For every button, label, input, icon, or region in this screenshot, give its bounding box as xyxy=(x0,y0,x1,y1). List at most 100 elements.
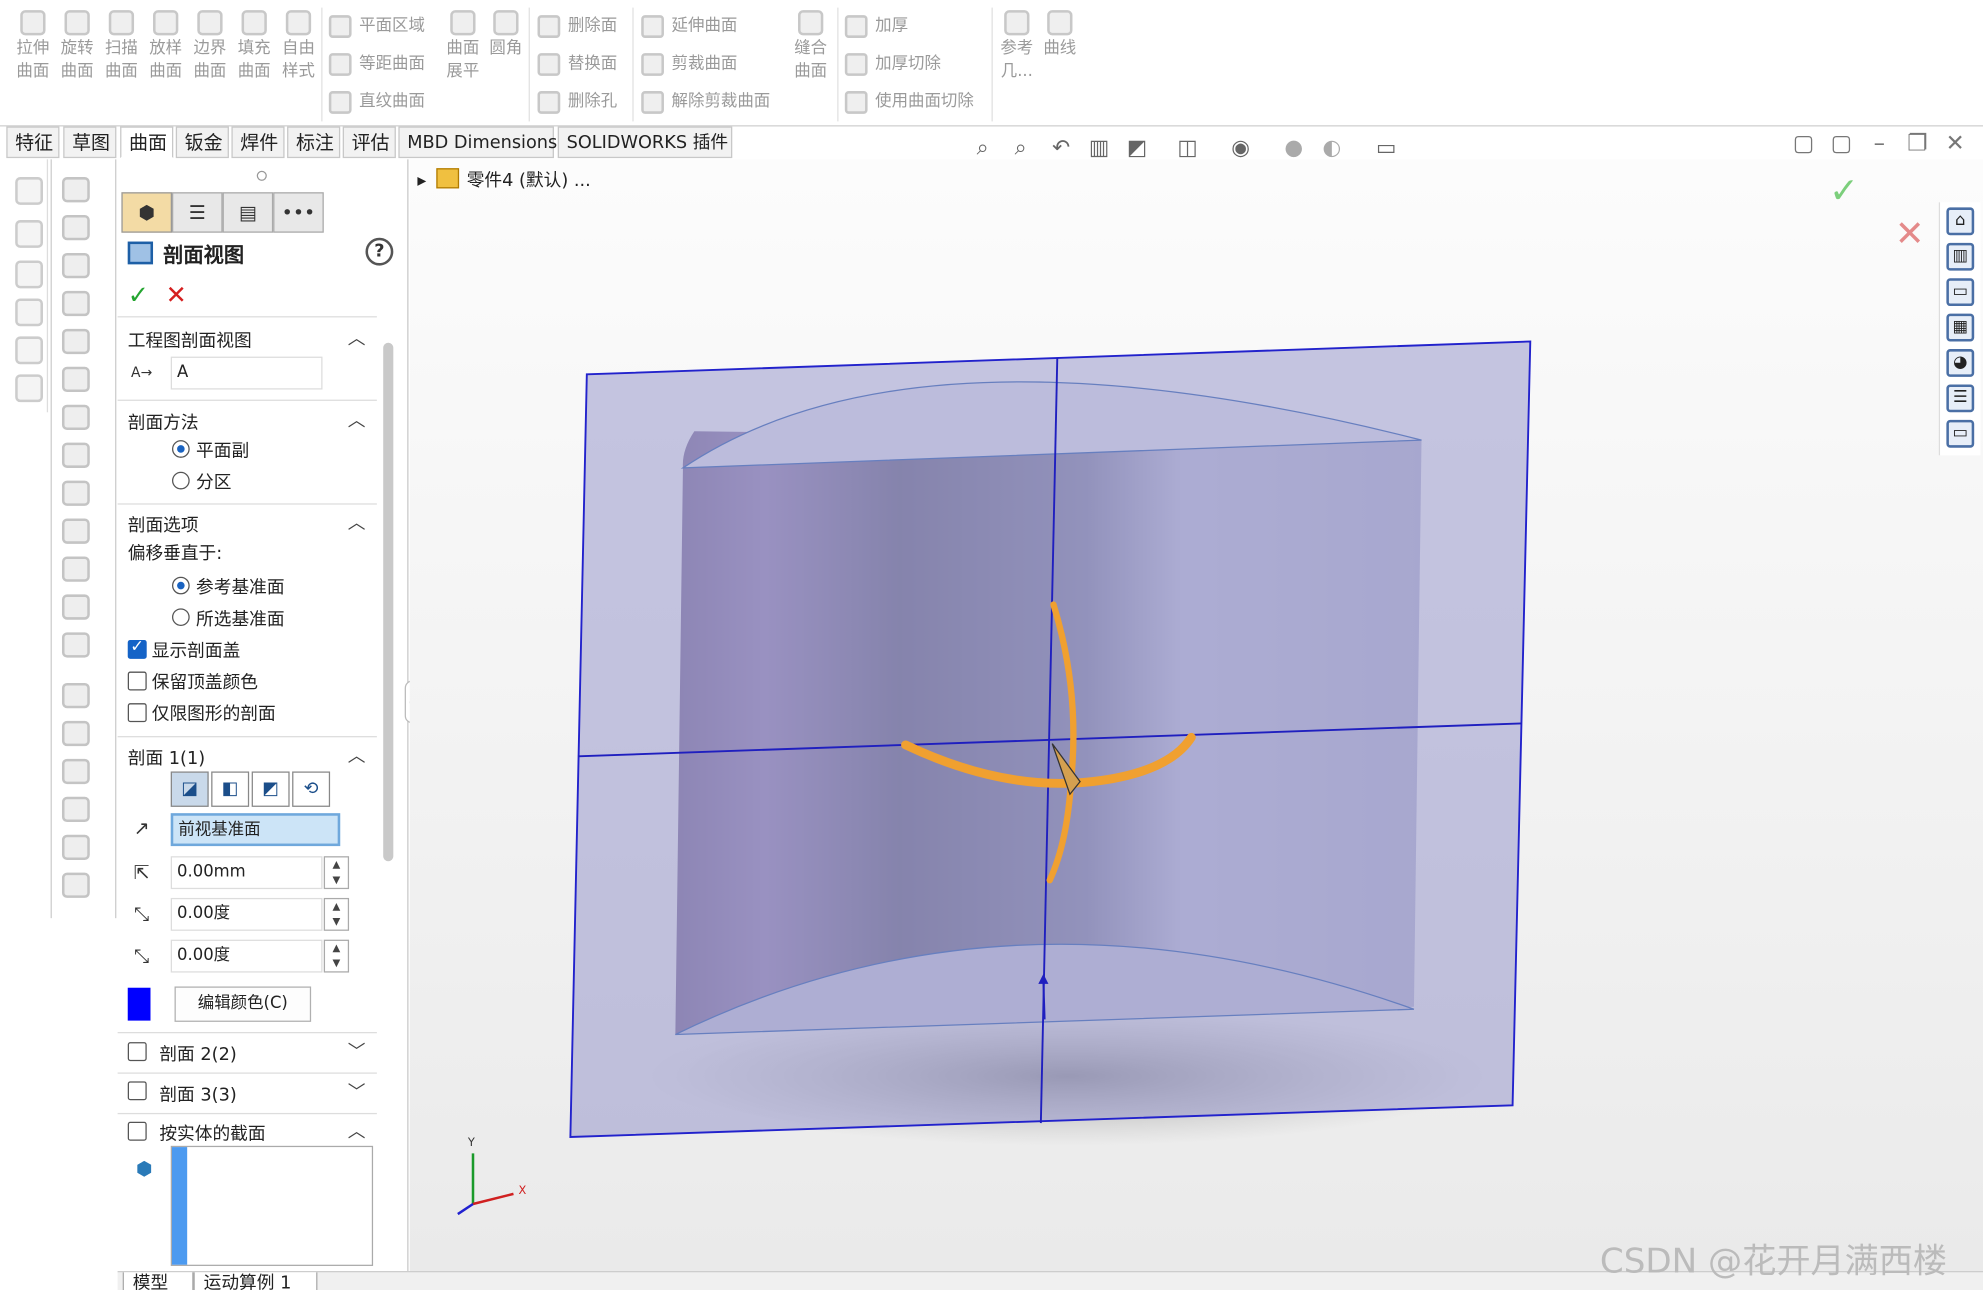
tab-sketch[interactable]: 草图 xyxy=(63,126,117,159)
section-surface-button[interactable]: ◧ xyxy=(211,771,250,807)
trim-surface-button[interactable]: 剪裁曲面 xyxy=(639,51,737,79)
thickened-cut-button[interactable]: 加厚切除 xyxy=(842,51,941,79)
swept-surface-button[interactable]: 扫描 曲面 xyxy=(99,10,145,83)
tool-icon[interactable] xyxy=(61,720,90,747)
section-reverse-button[interactable]: ⟲ xyxy=(292,771,331,807)
tool-icon[interactable] xyxy=(61,214,90,241)
tool-icon[interactable] xyxy=(61,328,90,355)
filled-surface-button[interactable]: 填充 曲面 xyxy=(231,10,277,83)
tab-weldments[interactable]: 焊件 xyxy=(231,126,285,159)
pm-scrollbar[interactable] xyxy=(383,342,394,862)
chevron-up-icon[interactable]: ︿ xyxy=(348,1118,366,1143)
zoom-to-fit-icon[interactable]: ⌕ xyxy=(969,134,997,162)
custom-properties-icon[interactable]: ☰ xyxy=(1946,384,1975,413)
revolved-surface-button[interactable]: 旋转 曲面 xyxy=(54,10,100,83)
tool-icon[interactable] xyxy=(61,682,90,709)
planar-surface-button[interactable]: 平面区域 xyxy=(326,13,425,41)
freeform-button[interactable]: 自由 样式 xyxy=(276,10,322,83)
method-planar-radio[interactable] xyxy=(171,440,190,458)
confirm-corner-cancel-icon[interactable]: ✕ xyxy=(1887,216,1933,258)
view-settings-icon[interactable]: ▭ xyxy=(1372,134,1400,162)
tab-features[interactable]: 特征 xyxy=(6,126,60,159)
delete-hole-button[interactable]: 删除孔 xyxy=(535,89,617,117)
chevron-up-icon[interactable]: ︿ xyxy=(348,510,366,535)
offset-selected-plane-radio[interactable] xyxy=(171,608,190,627)
tool-icon[interactable] xyxy=(61,177,90,203)
x-rotation-spinner[interactable]: ▲ ▼ xyxy=(323,897,350,931)
chevron-down-icon[interactable]: ﹀ xyxy=(348,1038,366,1063)
reverse-direction-icon[interactable]: ↗ xyxy=(128,814,156,842)
tab-configuration[interactable]: ▤ xyxy=(222,192,274,233)
close-icon[interactable]: ✕ xyxy=(1943,131,1968,157)
offset-surface-button[interactable]: 等距曲面 xyxy=(326,51,425,79)
file-explorer-icon[interactable]: ▭ xyxy=(1946,278,1975,307)
previous-view-icon[interactable]: ↶ xyxy=(1047,134,1075,162)
tab-solidworks-addins[interactable]: SOLIDWORKS 插件 xyxy=(557,126,733,159)
view-orientation-icon[interactable]: ◫ xyxy=(1174,134,1202,162)
cancel-button[interactable]: ✕ xyxy=(166,279,187,309)
tool-icon[interactable] xyxy=(61,834,90,860)
tool-icon[interactable] xyxy=(61,872,90,898)
surface-flatten-button[interactable]: 曲面 展平 xyxy=(440,10,486,83)
offset-reference-plane-radio[interactable] xyxy=(171,576,190,595)
group-section-method[interactable]: 剖面方法 xyxy=(128,410,199,435)
view-palette-icon[interactable]: ▦ xyxy=(1946,313,1975,342)
show-section-cap-checkbox[interactable] xyxy=(127,637,147,659)
lofted-surface-button[interactable]: 放样 曲面 xyxy=(143,10,189,83)
feature-icon[interactable] xyxy=(15,220,43,248)
graphics-only-checkbox[interactable] xyxy=(127,703,147,723)
graphics-area[interactable]: ▸ 零件4 (默认) ... Y X xyxy=(409,159,1983,1273)
tool-icon[interactable] xyxy=(61,594,90,620)
drawing-view-name-field[interactable]: A xyxy=(170,356,323,390)
knit-surface-button[interactable]: 缝合 曲面 xyxy=(788,10,834,83)
extend-surface-button[interactable]: 延伸曲面 xyxy=(639,13,737,41)
help-button[interactable]: ? xyxy=(365,237,394,266)
offset-distance-spinner[interactable]: ▲ ▼ xyxy=(323,856,350,890)
boundary-surface-button[interactable]: 边界 曲面 xyxy=(187,10,233,83)
tab-mbd-dimensions[interactable]: MBD Dimensions xyxy=(398,126,557,159)
feature-icon[interactable] xyxy=(15,260,43,289)
section-face-button[interactable]: ◩ xyxy=(251,771,290,807)
y-rotation-input[interactable]: 0.00度 xyxy=(170,939,323,973)
restore-icon[interactable]: ❐ xyxy=(1905,131,1930,157)
home-icon[interactable]: ⌂ xyxy=(1946,207,1975,236)
y-rotation-spinner[interactable]: ▲ ▼ xyxy=(323,939,350,973)
body-selection-list[interactable] xyxy=(170,1145,374,1266)
feature-icon[interactable] xyxy=(15,336,43,365)
edit-color-button[interactable]: 编辑颜色(C) xyxy=(174,986,312,1022)
display-style-icon[interactable]: ◉ xyxy=(1227,134,1255,162)
feature-icon[interactable] xyxy=(15,177,43,205)
group-section-3[interactable]: 剖面 3(3) xyxy=(159,1081,236,1106)
tool-icon[interactable] xyxy=(61,480,90,506)
tool-icon[interactable] xyxy=(61,632,90,658)
group-section-2[interactable]: 剖面 2(2) xyxy=(159,1041,236,1066)
tab-annotations[interactable]: 标注 xyxy=(287,126,341,159)
hide-show-items-icon[interactable]: ● xyxy=(1280,134,1308,162)
tab-more[interactable]: ••• xyxy=(273,192,324,233)
edit-appearance-icon[interactable]: ◐ xyxy=(1318,134,1346,162)
chevron-up-icon[interactable]: ︿ xyxy=(348,407,366,432)
tab-model[interactable]: 模型 xyxy=(122,1272,194,1290)
chevron-down-icon[interactable]: ﹀ xyxy=(348,1079,366,1104)
ruled-surface-button[interactable]: 直纹曲面 xyxy=(326,89,425,117)
keep-cap-color-checkbox[interactable] xyxy=(127,671,147,691)
tab-feature-tree[interactable]: ⬢ xyxy=(121,192,172,233)
appearances-icon[interactable]: ◕ xyxy=(1946,349,1975,377)
minimize-icon[interactable]: – xyxy=(1867,131,1892,157)
chevron-up-icon[interactable]: ︿ xyxy=(348,742,366,767)
tool-icon[interactable] xyxy=(61,758,90,785)
tool-icon[interactable] xyxy=(61,404,90,430)
tab-motion-study-1[interactable]: 运动算例 1 xyxy=(193,1272,318,1290)
tool-icon[interactable] xyxy=(61,442,90,468)
feature-icon[interactable] xyxy=(15,374,43,403)
untrim-surface-button[interactable]: 解除剪裁曲面 xyxy=(639,89,770,117)
section-3-checkbox[interactable] xyxy=(127,1081,147,1101)
splitter-dot[interactable] xyxy=(256,170,267,181)
tile-right-icon[interactable]: ▢ xyxy=(1829,131,1854,157)
thicken-button[interactable]: 加厚 xyxy=(842,13,908,41)
cut-with-surface-button[interactable]: 使用曲面切除 xyxy=(842,89,974,117)
section-view-icon[interactable]: ▥ xyxy=(1085,134,1113,162)
ok-button[interactable]: ✓ xyxy=(128,279,149,309)
fillet-button[interactable]: 圆角 xyxy=(483,10,529,61)
tab-property-manager[interactable]: ☰ xyxy=(171,192,223,233)
